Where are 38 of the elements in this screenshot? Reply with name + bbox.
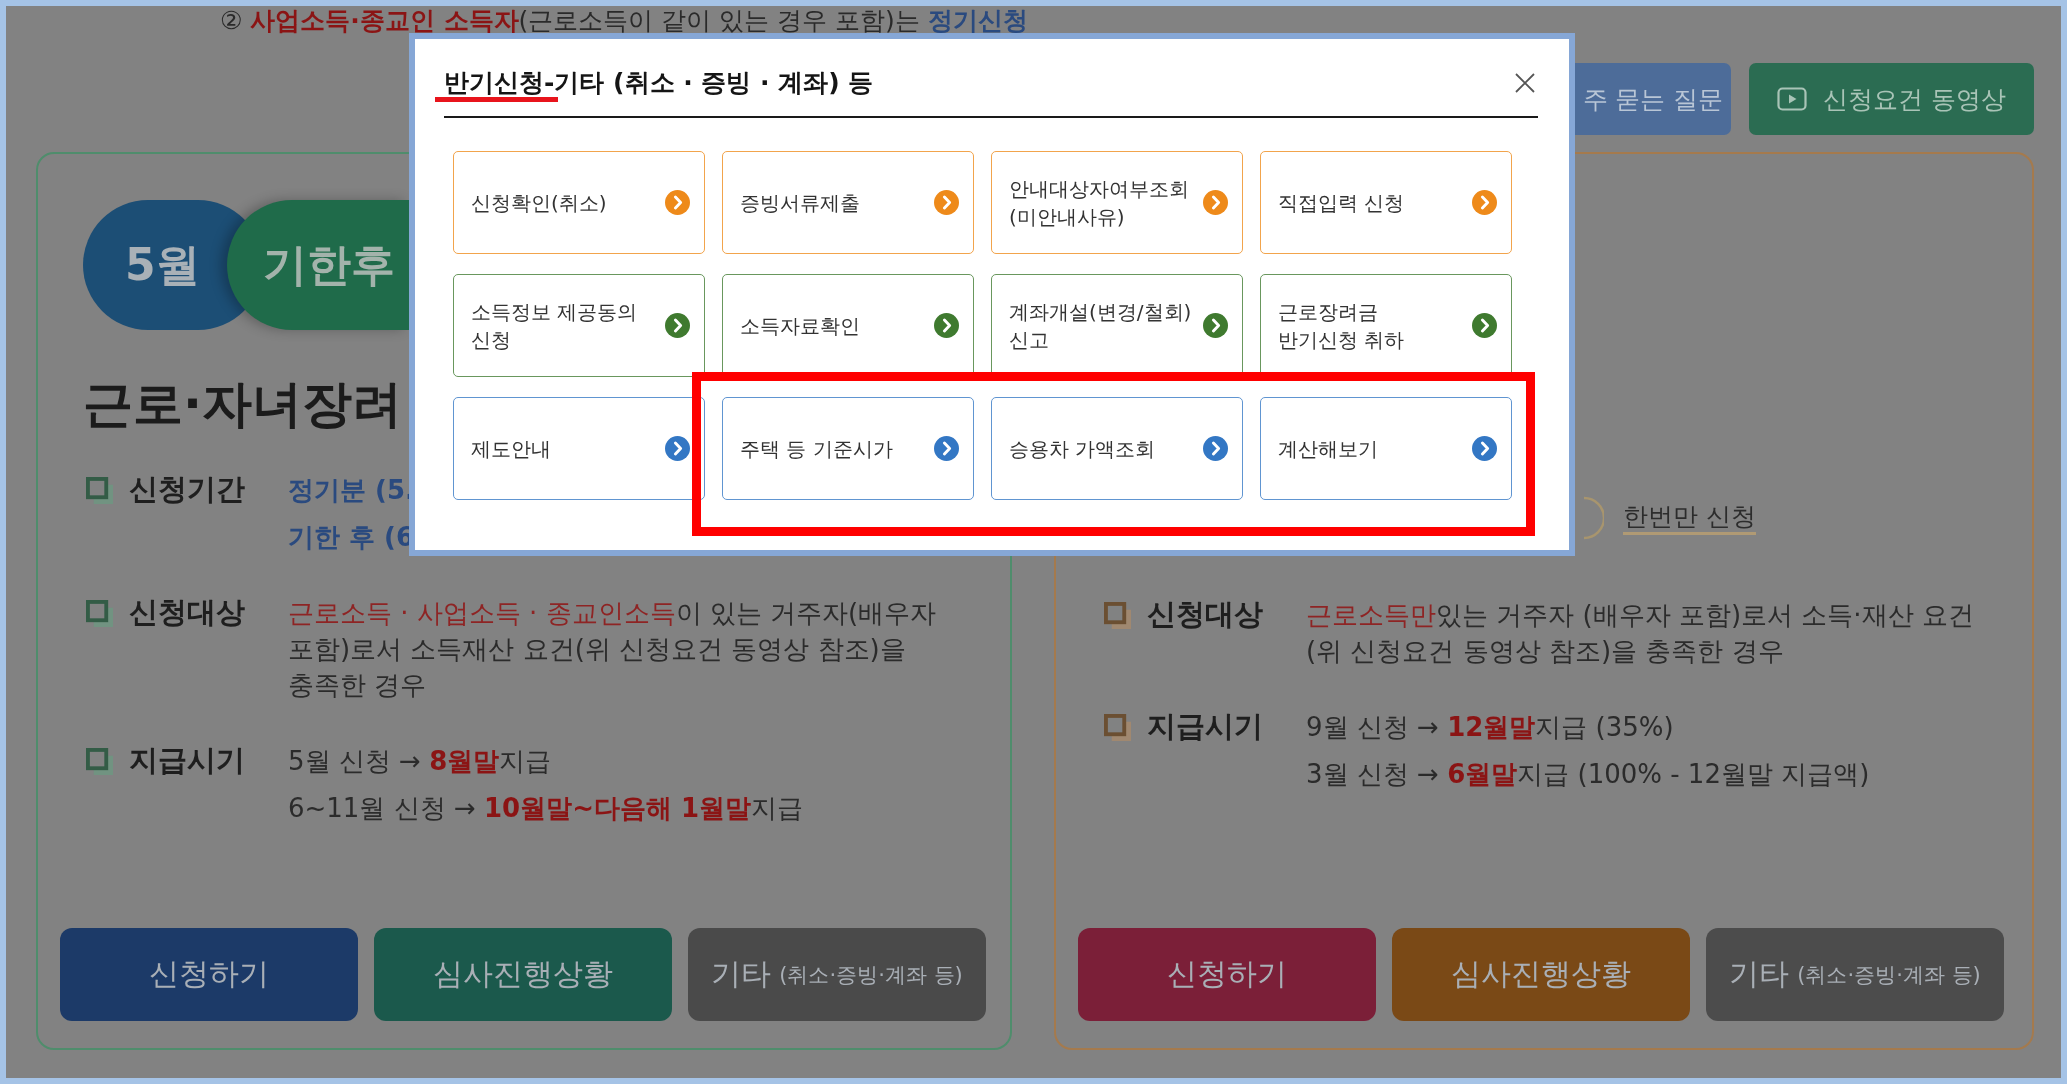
action-button[interactable]: 기타 (취소·증빙·계좌 등) <box>688 928 986 1021</box>
section-text: 3월 신청 → 6월말지급 (100% - 12월말 지급액) <box>1306 758 1871 791</box>
section-label: 지급시기 <box>129 742 245 779</box>
section-label: 신청대상 <box>129 594 245 631</box>
notice-text: ② 사업소득·종교인 소득자(근로소득이 같이 있는 경우 포함)는 정기신청 <box>219 6 1029 35</box>
shortcut-button[interactable]: 소득정보 제공동의 신청 <box>453 274 705 377</box>
shortcut-button[interactable]: 제도안내 <box>453 397 705 500</box>
section-text: 5월 신청 → 8월말지급 <box>288 745 553 778</box>
shortcut-button[interactable]: 승용차 가액조회 <box>991 397 1243 500</box>
section-text: 9월 신청 → 12월말지급 (35%) <box>1306 711 1675 744</box>
section-label: 지급시기 <box>1147 708 1263 745</box>
action-button[interactable]: 신청하기 <box>60 928 358 1021</box>
section-label: 신청대상 <box>1147 596 1263 633</box>
shortcut-button[interactable]: 주택 등 기준시가 <box>722 397 974 500</box>
text-link[interactable]: 한번만 신청 <box>1623 501 1756 535</box>
section-label: 신청기간 <box>129 471 245 508</box>
section-text: 근로소득 · 사업소득 · 종교인소득이 있는 거주자(배우자 포함)로서 소득재산 요건(위 신청요건 동영상 참조)을 충족한 경우 <box>288 597 938 702</box>
close-icon <box>1514 72 1536 94</box>
section-text: 근로소득만있는 거주자 (배우자 포함)로서 소득·재산 요건 (위 신청요건 동영상 참조)을 충족한 경우 <box>1306 599 1975 668</box>
play-icon <box>1777 87 1807 111</box>
shortcut-button[interactable]: 계산해보기 <box>1260 397 1512 500</box>
modal-title: 반기신청-기타 (취소 · 증빙 · 계좌) 등 <box>435 59 874 107</box>
action-button[interactable]: 기타 (취소·증빙·계좌 등) <box>1706 928 2004 1021</box>
shortcut-button[interactable]: 신청확인(취소) <box>453 151 705 254</box>
shortcut-button[interactable]: 안내대상자여부조회 (미안내사유) <box>991 151 1243 254</box>
square-bullet-icon <box>86 599 113 627</box>
card-heading: 근로·자녀장려 <box>83 374 403 434</box>
category-tag: 기한후 <box>227 200 409 330</box>
shortcut-button[interactable]: 증빙서류제출 <box>722 151 974 254</box>
square-bullet-icon <box>1104 601 1131 629</box>
action-button[interactable]: 신청하기 <box>1078 928 1376 1021</box>
section-text: 6~11월 신청 → 10월말~다음해 1월말지급 <box>288 792 805 825</box>
action-button[interactable]: 심사진행상황 <box>374 928 672 1021</box>
square-bullet-icon <box>86 747 113 775</box>
square-bullet-icon <box>86 476 113 504</box>
arc-icon <box>1582 496 1604 540</box>
shortcut-button[interactable]: 직접입력 신청 <box>1260 151 1512 254</box>
square-bullet-icon <box>1104 713 1131 741</box>
